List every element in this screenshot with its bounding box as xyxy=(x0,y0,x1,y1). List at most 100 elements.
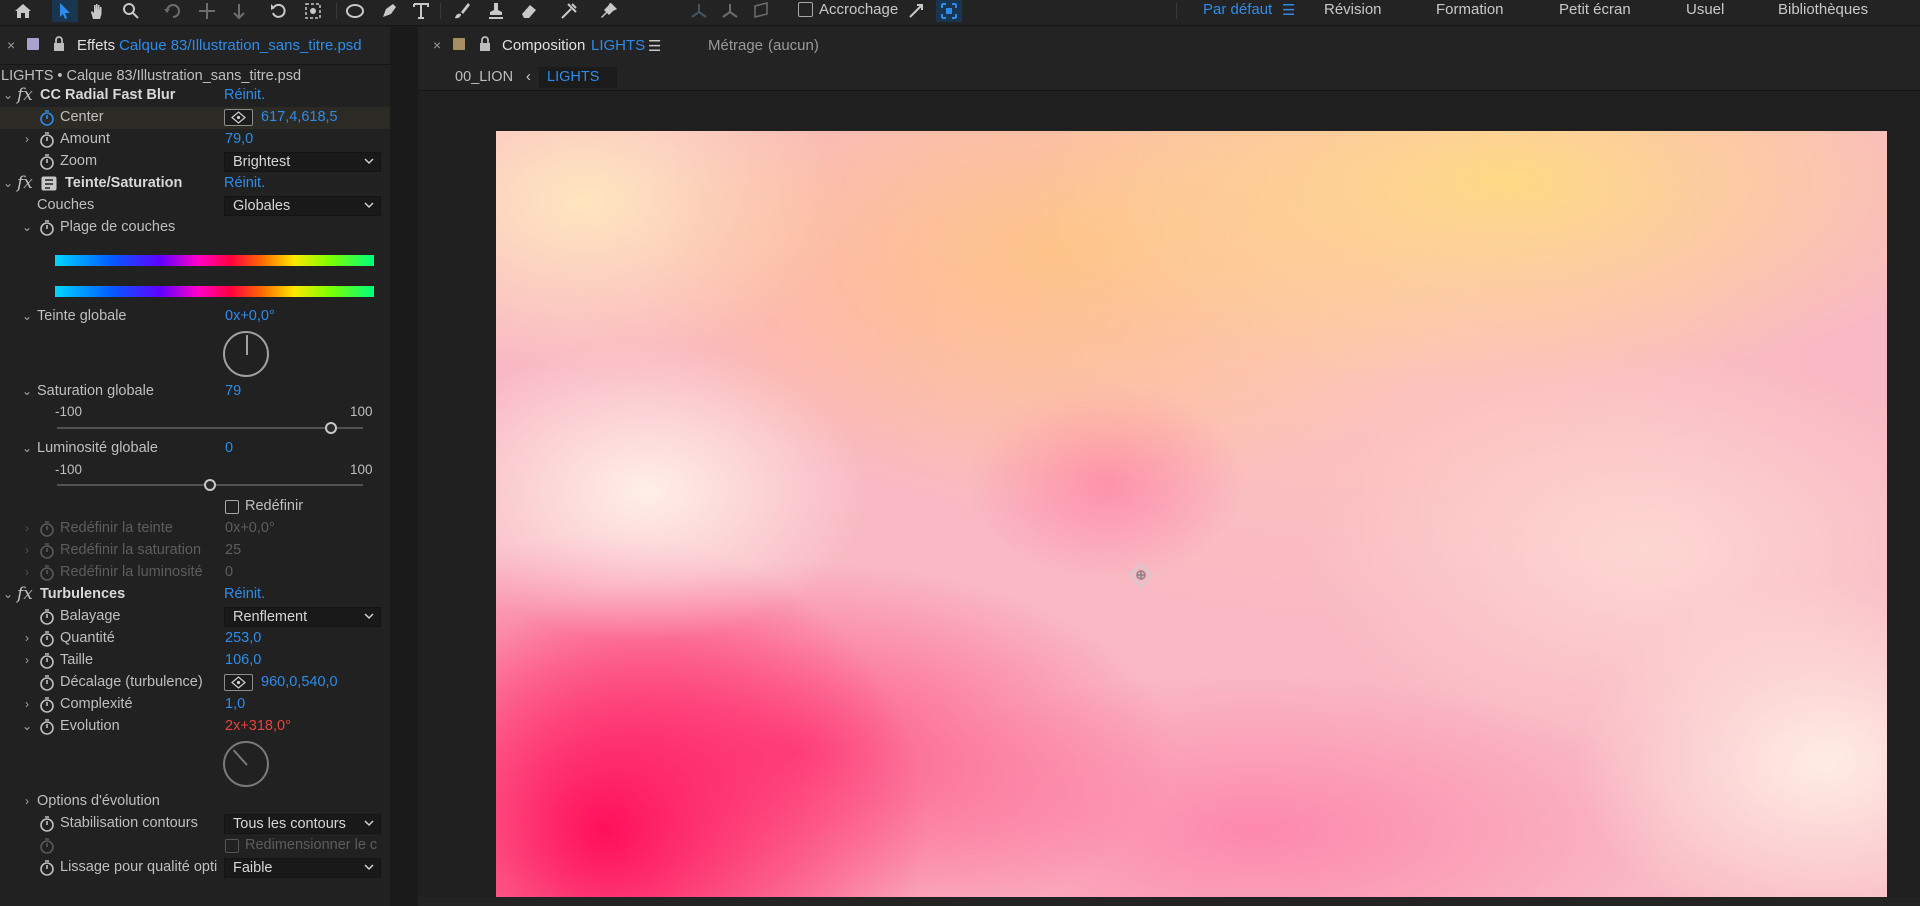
reset-link[interactable]: Réinit. xyxy=(224,586,265,602)
workspace-menu-icon[interactable]: ☰ xyxy=(1282,1,1295,19)
stopwatch-icon[interactable] xyxy=(39,630,55,647)
reset-link[interactable]: Réinit. xyxy=(224,175,265,191)
panel-menu-icon[interactable]: ☰ xyxy=(648,37,661,55)
stopwatch-icon[interactable] xyxy=(39,696,55,713)
breadcrumb-parent-comp[interactable]: 00_LION xyxy=(455,69,513,85)
shape-icon[interactable] xyxy=(342,0,368,22)
colorize-checkbox[interactable] xyxy=(225,500,239,514)
footage-tab-value[interactable]: (aucun) xyxy=(768,37,819,54)
view-axis-icon[interactable] xyxy=(748,0,774,22)
channel-range-bar-bottom[interactable] xyxy=(55,286,374,297)
breadcrumb-active[interactable]: LIGHTS xyxy=(539,67,617,88)
anchor-point-icon[interactable] xyxy=(1128,562,1154,588)
property-value-keyframed[interactable]: 2x+318,0° xyxy=(225,718,291,734)
snap-options-icon[interactable] xyxy=(903,0,929,22)
snapping-checkbox[interactable] xyxy=(798,2,813,17)
workspace-par-defaut[interactable]: Par défaut xyxy=(1203,1,1272,18)
composition-viewer[interactable] xyxy=(418,92,1920,906)
fx-icon[interactable]: fx xyxy=(17,85,33,105)
stopwatch-icon[interactable] xyxy=(39,109,55,126)
brush-icon[interactable] xyxy=(449,0,475,22)
workspace-revision[interactable]: Révision xyxy=(1324,1,1382,18)
undo-rotation-icon[interactable] xyxy=(266,0,292,22)
point-picker-button[interactable] xyxy=(224,674,253,691)
chevron-right-icon[interactable]: › xyxy=(21,653,33,667)
roto-brush-icon[interactable] xyxy=(556,0,582,22)
zoom-dropdown[interactable]: Brightest xyxy=(224,152,381,172)
lock-icon[interactable] xyxy=(478,36,492,52)
stopwatch-icon[interactable] xyxy=(39,815,55,832)
chevron-right-icon[interactable]: › xyxy=(21,521,33,535)
reset-link[interactable]: Réinit. xyxy=(224,87,265,103)
effects-tab-label[interactable]: Effets xyxy=(77,37,115,54)
eraser-icon[interactable] xyxy=(516,0,542,22)
orbit-icon[interactable] xyxy=(300,0,326,22)
displacement-dropdown[interactable]: Renflement xyxy=(224,607,381,627)
local-axis-icon[interactable] xyxy=(686,0,712,22)
property-value[interactable]: 253,0 xyxy=(225,630,261,646)
chevron-down-icon[interactable]: ⌄ xyxy=(21,441,33,455)
chevron-right-icon[interactable]: › xyxy=(21,132,33,146)
chevron-right-icon[interactable]: › xyxy=(21,794,33,808)
chevron-down-icon[interactable]: ⌄ xyxy=(2,88,14,102)
chevron-right-icon[interactable]: › xyxy=(21,543,33,557)
property-value[interactable]: 960,0,540,0 xyxy=(261,674,338,690)
stopwatch-icon[interactable] xyxy=(39,153,55,170)
lightness-slider-knob[interactable] xyxy=(204,479,216,491)
property-value[interactable]: 1,0 xyxy=(225,696,245,712)
chevron-down-icon[interactable]: ⌄ xyxy=(21,309,33,323)
hand-icon[interactable] xyxy=(84,0,110,22)
pinning-dropdown[interactable]: Tous les contours xyxy=(224,814,381,834)
master-hue-dial[interactable] xyxy=(223,331,269,377)
chevron-right-icon[interactable]: › xyxy=(21,565,33,579)
lock-icon[interactable] xyxy=(52,36,66,52)
composition-canvas[interactable] xyxy=(496,131,1887,906)
chevron-right-icon[interactable]: › xyxy=(21,631,33,645)
type-icon[interactable] xyxy=(408,0,434,22)
property-value[interactable]: 617,4,618,5 xyxy=(261,109,338,125)
stopwatch-icon[interactable] xyxy=(39,608,55,625)
antialias-dropdown[interactable]: Faible xyxy=(224,858,381,878)
effect-radial-blur-header[interactable]: ⌄ fx CC Radial Fast Blur Réinit. xyxy=(0,85,390,107)
pen-icon[interactable] xyxy=(376,0,402,22)
workspace-petit-ecran[interactable]: Petit écran xyxy=(1559,1,1631,18)
footage-tab-label[interactable]: Métrage xyxy=(708,37,763,54)
stopwatch-icon[interactable] xyxy=(39,674,55,691)
saturation-slider-knob[interactable] xyxy=(324,422,337,434)
selection-arrow-icon[interactable] xyxy=(52,0,78,22)
zoom-icon[interactable] xyxy=(118,0,144,22)
chevron-left-icon[interactable]: ‹ xyxy=(526,69,531,85)
world-axis-icon[interactable] xyxy=(717,0,743,22)
close-tab-icon[interactable]: × xyxy=(7,37,15,53)
rotate-icon[interactable] xyxy=(160,0,186,22)
stopwatch-icon[interactable] xyxy=(39,131,55,148)
fx-icon[interactable]: fx xyxy=(17,584,33,604)
saturation-slider-track[interactable] xyxy=(57,427,363,429)
chevron-down-icon[interactable]: ⌄ xyxy=(21,384,33,398)
effects-tab-layer[interactable]: Calque 83/Illustration_sans_titre.psd xyxy=(119,37,362,54)
stopwatch-icon[interactable] xyxy=(39,520,55,537)
chevron-down-icon[interactable]: ⌄ xyxy=(21,220,33,234)
workspace-usuel[interactable]: Usuel xyxy=(1686,1,1724,18)
property-value[interactable]: 0x+0,0° xyxy=(225,308,275,324)
snap-features-icon[interactable] xyxy=(936,0,962,22)
composition-tab-label[interactable]: Composition xyxy=(502,37,585,54)
stopwatch-icon[interactable] xyxy=(39,542,55,559)
composition-tab-name[interactable]: LIGHTS xyxy=(591,37,645,54)
evolution-dial[interactable] xyxy=(223,741,269,787)
stopwatch-icon[interactable] xyxy=(39,718,55,735)
pan-behind-icon[interactable] xyxy=(194,0,220,22)
workspace-bibliotheques[interactable]: Bibliothèques xyxy=(1778,1,1868,18)
effect-turbulence-header[interactable]: ⌄ fx Turbulences Réinit. xyxy=(0,584,390,606)
property-value[interactable]: 79 xyxy=(225,383,241,399)
property-value[interactable]: 106,0 xyxy=(225,652,261,668)
anchor-icon[interactable] xyxy=(226,0,252,22)
stopwatch-icon[interactable] xyxy=(39,219,55,236)
property-value[interactable]: 0 xyxy=(225,440,233,456)
puppet-pin-icon[interactable] xyxy=(596,0,622,22)
chevron-down-icon[interactable]: ⌄ xyxy=(2,587,14,601)
fx-icon[interactable]: fx xyxy=(17,173,33,193)
chevron-down-icon[interactable]: ⌄ xyxy=(21,719,33,733)
close-tab-icon[interactable]: × xyxy=(433,37,441,53)
workspace-formation[interactable]: Formation xyxy=(1436,1,1504,18)
